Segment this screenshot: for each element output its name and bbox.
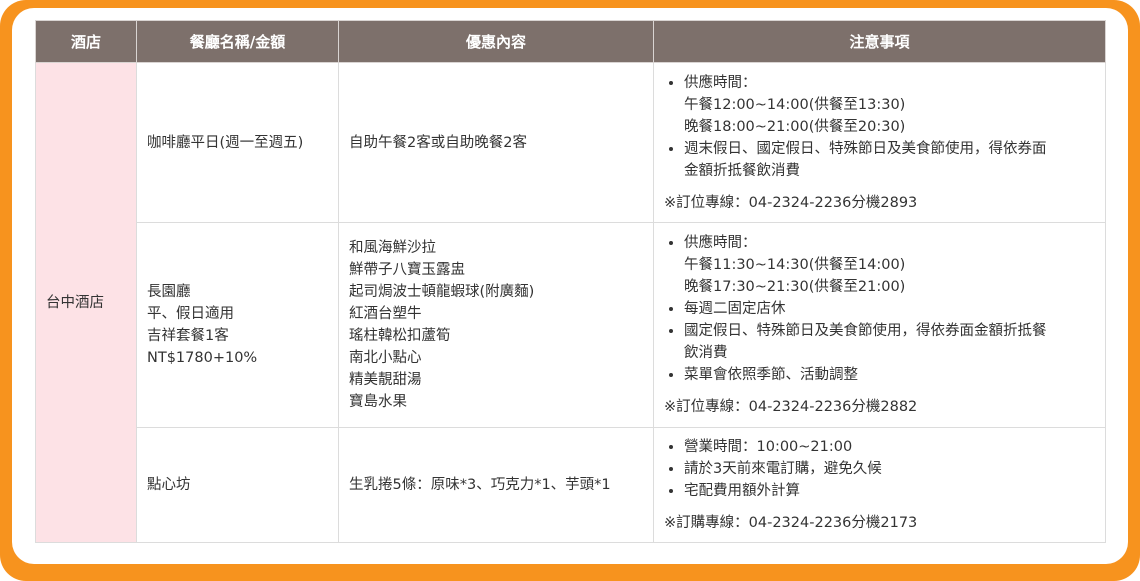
restaurant-cell: 咖啡廳平日(週一至週五) (136, 62, 339, 223)
offer-cell: 和風海鮮沙拉 鮮帶子八寶玉露盅 起司焗波士頓龍蝦球(附廣麵) 紅酒台塑牛 瑤柱韓… (338, 222, 654, 428)
notes-list: 供應時間： 午餐11:30~14:30(供餐至14:00) 晚餐17:30~21… (664, 232, 1095, 386)
notes-cell: 營業時間：10:00~21:00 請於3天前來電訂購，避免久候 宅配費用額外計算… (653, 427, 1106, 543)
restaurant-cell: 點心坊 (136, 427, 339, 543)
offer-line: 紅酒台塑牛 (349, 306, 422, 322)
hotel-name: 台中酒店 (46, 294, 104, 311)
list-item: 國定假日、特殊節日及美食節使用，得依券面金額折抵餐 飲消費 (684, 320, 1095, 364)
restaurant-line: 咖啡廳平日(週一至週五) (147, 134, 304, 151)
list-item: 請於3天前來電訂購，避免久候 (684, 458, 1095, 480)
offer-line: 和風海鮮沙拉 (349, 240, 436, 256)
table-row: 長園廳 平、假日適用 吉祥套餐1客 NT$1780+10% 和風海鮮沙拉 鮮帶子… (36, 222, 1106, 428)
offer-line: 鮮帶子八寶玉露盅 (349, 262, 465, 278)
list-item: 供應時間： 午餐12:00~14:00(供餐至13:30) 晚餐18:00~21… (684, 72, 1095, 138)
list-item: 每週二固定店休 (684, 298, 1095, 320)
list-item: 菜單會依照季節、活動調整 (684, 364, 1095, 386)
offer-line: 自助午餐2客或自助晚餐2客 (349, 134, 527, 151)
restaurant-line: 平、假日適用 (147, 306, 234, 322)
notes-cell: 供應時間： 午餐12:00~14:00(供餐至13:30) 晚餐18:00~21… (653, 62, 1106, 223)
hotel-name-cell: 台中酒店 (35, 62, 137, 543)
offer-line: 南北小點心 (349, 350, 422, 366)
table-row: 台中酒店 咖啡廳平日(週一至週五) 自助午餐2客或自助晚餐2客 供應時間： 午餐… (35, 62, 1106, 543)
notes-cell: 供應時間： 午餐11:30~14:30(供餐至14:00) 晚餐17:30~21… (653, 222, 1106, 428)
list-item: 宅配費用額外計算 (684, 480, 1095, 502)
header-restaurant: 餐廳名稱/金額 (136, 20, 339, 63)
order-note: ※訂購專線：04-2324-2236分機2173 (664, 515, 918, 531)
restaurant-cell: 長園廳 平、假日適用 吉祥套餐1客 NT$1780+10% (136, 222, 339, 428)
restaurant-line: NT$1780+10% (147, 350, 258, 366)
offer-line: 寶島水果 (349, 394, 407, 410)
offer-line: 瑤柱韓松扣蘆筍 (349, 328, 451, 344)
offer-line: 起司焗波士頓龍蝦球(附廣麵) (349, 284, 535, 300)
header-notes: 注意事項 (653, 20, 1106, 63)
restaurant-line: 長園廳 (147, 284, 191, 300)
offer-line: 精美靚甜湯 (349, 372, 422, 388)
restaurant-line: 點心坊 (147, 477, 191, 493)
offer-cell: 自助午餐2客或自助晚餐2客 (338, 62, 654, 223)
table-row: 點心坊 生乳捲5條：原味*3、巧克力*1、芋頭*1 營業時間：10:00~21:… (36, 427, 1106, 543)
notes-list: 供應時間： 午餐12:00~14:00(供餐至13:30) 晚餐18:00~21… (664, 72, 1095, 182)
restaurant-line: 吉祥套餐1客 (147, 328, 229, 344)
offer-line: 生乳捲5條：原味*3、巧克力*1、芋頭*1 (349, 477, 611, 493)
table-header-row: 酒店 餐廳名稱/金額 優惠內容 注意事項 (35, 20, 1106, 63)
notes-list: 營業時間：10:00~21:00 請於3天前來電訂購，避免久候 宅配費用額外計算 (664, 436, 1095, 502)
list-item: 營業時間：10:00~21:00 (684, 436, 1095, 458)
offer-cell: 生乳捲5條：原味*3、巧克力*1、芋頭*1 (338, 427, 654, 543)
list-item: 供應時間： 午餐11:30~14:30(供餐至14:00) 晚餐17:30~21… (684, 232, 1095, 298)
promotion-table: 酒店 餐廳名稱/金額 優惠內容 注意事項 台中酒店 咖啡廳平日(週一至週五) 自… (35, 20, 1106, 543)
reservation-note: ※訂位專線：04-2324-2236分機2893 (664, 194, 918, 211)
list-item: 週末假日、國定假日、特殊節日及美食節使用，得依券面 金額折抵餐飲消費 (684, 138, 1095, 182)
header-offer: 優惠內容 (338, 20, 654, 63)
reservation-note: ※訂位專線：04-2324-2236分機2882 (664, 399, 918, 415)
header-hotel: 酒店 (35, 20, 137, 63)
